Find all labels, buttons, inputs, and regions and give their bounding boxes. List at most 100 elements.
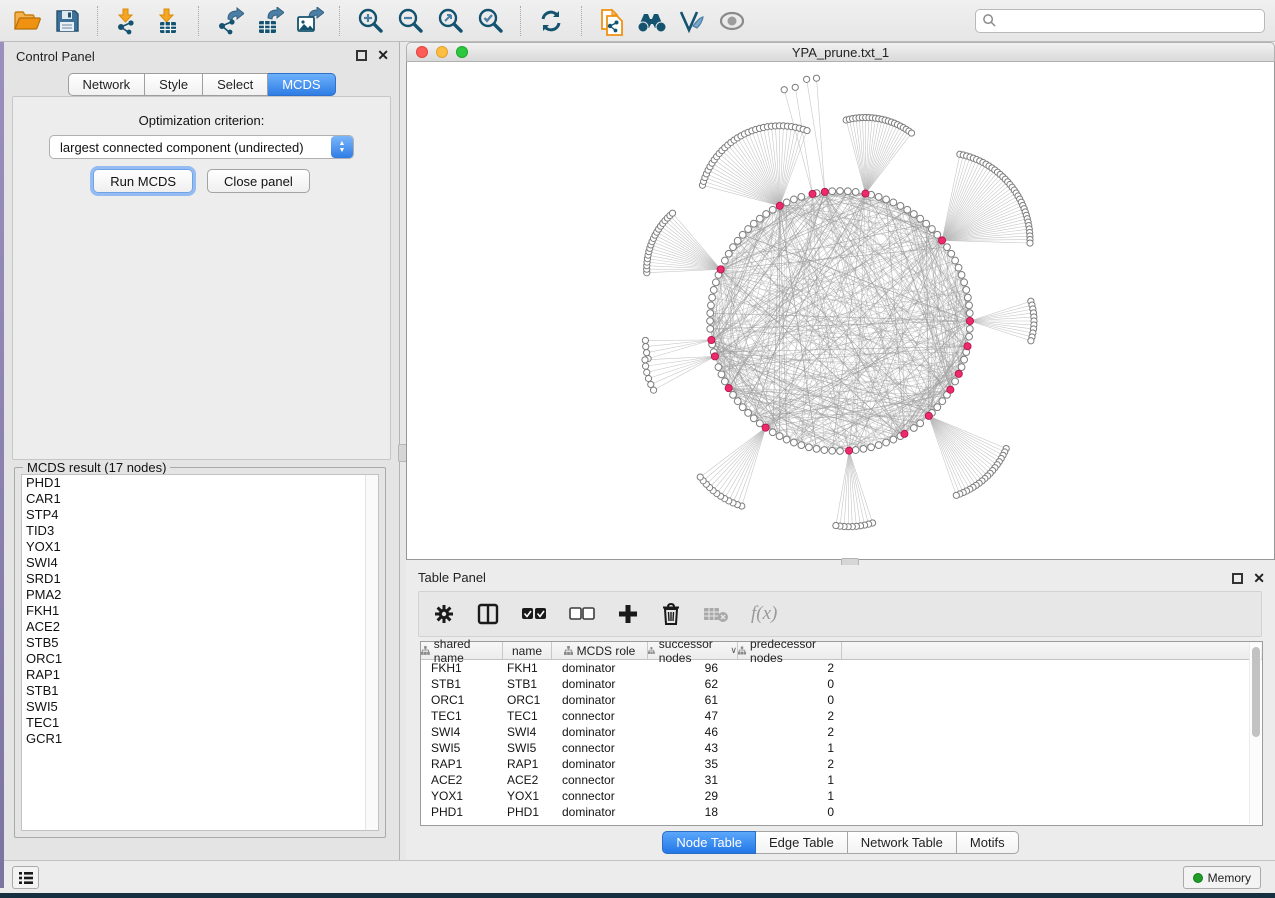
function-builder-icon: f(x) (751, 603, 777, 625)
run-mcds-button[interactable]: Run MCDS (93, 169, 193, 193)
column-header-predecessor-nodes[interactable]: predecessor nodes (738, 642, 842, 659)
tab-select[interactable]: Select (203, 73, 268, 96)
table-row[interactable]: PHD1PHD1dominator180 (421, 804, 1262, 820)
mcds-result-item[interactable]: PMA2 (22, 587, 378, 603)
cell: 43 (648, 740, 738, 756)
import-network-icon[interactable] (111, 5, 145, 37)
export-table-icon[interactable] (252, 5, 286, 37)
toolbar-separator (520, 6, 521, 36)
table-row[interactable]: FKH1FKH1dominator962 (421, 660, 1262, 676)
delete-column-icon[interactable] (661, 602, 681, 626)
open-file-icon[interactable] (10, 5, 44, 37)
table-row[interactable]: RAP1RAP1dominator352 (421, 756, 1262, 772)
add-column-icon[interactable] (617, 603, 639, 625)
cell: dominator (552, 724, 648, 740)
mcds-result-item[interactable]: ACE2 (22, 619, 378, 635)
toolbar-separator (198, 6, 199, 36)
tab-network-table[interactable]: Network Table (848, 831, 957, 854)
table-row[interactable]: SWI4SWI4dominator462 (421, 724, 1262, 740)
first-neighbors-icon[interactable] (635, 5, 669, 37)
mcds-result-list[interactable]: PHD1CAR1STP4TID3YOX1SWI4SRD1PMA2FKH1ACE2… (21, 474, 379, 831)
cell: ORC1 (421, 692, 503, 708)
mcds-result-item[interactable]: FKH1 (22, 603, 378, 619)
tab-mcds[interactable]: MCDS (268, 73, 335, 96)
cell: ACE2 (503, 772, 552, 788)
table-panel-title: Table Panel (418, 570, 486, 585)
zoom-in-icon[interactable] (353, 5, 387, 37)
hide-selected-icon[interactable] (675, 5, 709, 37)
refresh-icon[interactable] (534, 5, 568, 37)
network-graph[interactable] (407, 62, 1274, 558)
column-header-shared-name[interactable]: shared name (421, 642, 503, 659)
zoom-selected-icon[interactable] (473, 5, 507, 37)
cell: dominator (552, 804, 648, 820)
mcds-result-item[interactable]: STB5 (22, 635, 378, 651)
column-header-MCDS-role[interactable]: MCDS role (552, 642, 648, 659)
mcds-result-item[interactable]: GCR1 (22, 731, 378, 747)
memory-label: Memory (1208, 871, 1251, 885)
column-header-name[interactable]: name (503, 642, 552, 659)
table-row[interactable]: ACE2ACE2connector311 (421, 772, 1262, 788)
memory-button[interactable]: Memory (1183, 866, 1261, 889)
tab-node-table[interactable]: Node Table (662, 831, 756, 854)
mcds-result-item[interactable]: SWI4 (22, 555, 378, 571)
mcds-result-item[interactable]: SRD1 (22, 571, 378, 587)
node-table[interactable]: shared namenameMCDS rolesuccessor nodes∨… (420, 641, 1263, 826)
deselect-all-icon[interactable] (569, 607, 595, 621)
cell: PHD1 (503, 804, 552, 820)
settings-icon[interactable] (433, 603, 455, 625)
mcds-result-item[interactable]: PHD1 (22, 475, 378, 491)
column-type-icon (648, 646, 655, 655)
scrollbar-thumb[interactable] (1252, 647, 1260, 737)
float-panel-icon[interactable] (356, 50, 367, 61)
zoom-fit-icon[interactable] (433, 5, 467, 37)
close-panel-icon[interactable]: ✕ (1253, 573, 1265, 584)
table-row[interactable]: YOX1YOX1connector291 (421, 788, 1262, 804)
mcds-result-item[interactable]: ORC1 (22, 651, 378, 667)
mcds-result-item[interactable]: STP4 (22, 507, 378, 523)
mcds-result-item[interactable]: CAR1 (22, 491, 378, 507)
task-history-button[interactable] (12, 866, 39, 889)
mcds-list-scrollbar[interactable] (365, 475, 378, 830)
table-row[interactable]: TEC1TEC1connector472 (421, 708, 1262, 724)
mcds-result-item[interactable]: SWI5 (22, 699, 378, 715)
optimization-criterion-label: Optimization criterion: (13, 113, 390, 128)
show-all-icon[interactable] (715, 5, 749, 37)
table-scrollbar[interactable] (1249, 643, 1261, 824)
save-session-icon[interactable] (50, 5, 84, 37)
cell: TEC1 (421, 708, 503, 724)
tab-motifs[interactable]: Motifs (957, 831, 1019, 854)
close-panel-button[interactable]: Close panel (207, 169, 310, 193)
mcds-result-item[interactable]: TID3 (22, 523, 378, 539)
mcds-result-item[interactable]: TEC1 (22, 715, 378, 731)
export-network-icon[interactable] (212, 5, 246, 37)
column-type-icon (738, 646, 746, 655)
table-row[interactable]: STB1STB1dominator620 (421, 676, 1262, 692)
export-image-icon[interactable] (292, 5, 326, 37)
table-row[interactable]: SWI5SWI5connector431 (421, 740, 1262, 756)
table-row[interactable]: ORC1ORC1dominator610 (421, 692, 1262, 708)
float-panel-icon[interactable] (1232, 573, 1243, 584)
tab-network[interactable]: Network (67, 73, 145, 96)
search-icon (982, 13, 997, 28)
control-panel-title: Control Panel (16, 49, 95, 64)
new-network-from-selection-icon[interactable] (595, 5, 629, 37)
zoom-out-icon[interactable] (393, 5, 427, 37)
mcds-result-item[interactable]: YOX1 (22, 539, 378, 555)
show-columns-icon[interactable] (477, 603, 499, 625)
mcds-result-item[interactable]: RAP1 (22, 667, 378, 683)
select-all-icon[interactable] (521, 607, 547, 621)
tab-edge-table[interactable]: Edge Table (756, 831, 848, 854)
network-window-titlebar[interactable]: YPA_prune.txt_1 (406, 42, 1275, 62)
dropdown-stepper-icon: ▲▼ (331, 136, 353, 158)
criterion-dropdown[interactable]: largest connected component (undirected)… (49, 135, 354, 159)
import-table-icon[interactable] (151, 5, 185, 37)
tab-style[interactable]: Style (145, 73, 203, 96)
network-canvas[interactable] (406, 62, 1275, 560)
search-box[interactable] (975, 9, 1265, 33)
mcds-result-item[interactable]: STB1 (22, 683, 378, 699)
network-view-panel: YPA_prune.txt_1 (406, 42, 1275, 560)
search-input[interactable] (997, 14, 1258, 28)
column-header-successor-nodes[interactable]: successor nodes∨ (648, 642, 738, 659)
close-panel-icon[interactable]: ✕ (377, 50, 389, 61)
